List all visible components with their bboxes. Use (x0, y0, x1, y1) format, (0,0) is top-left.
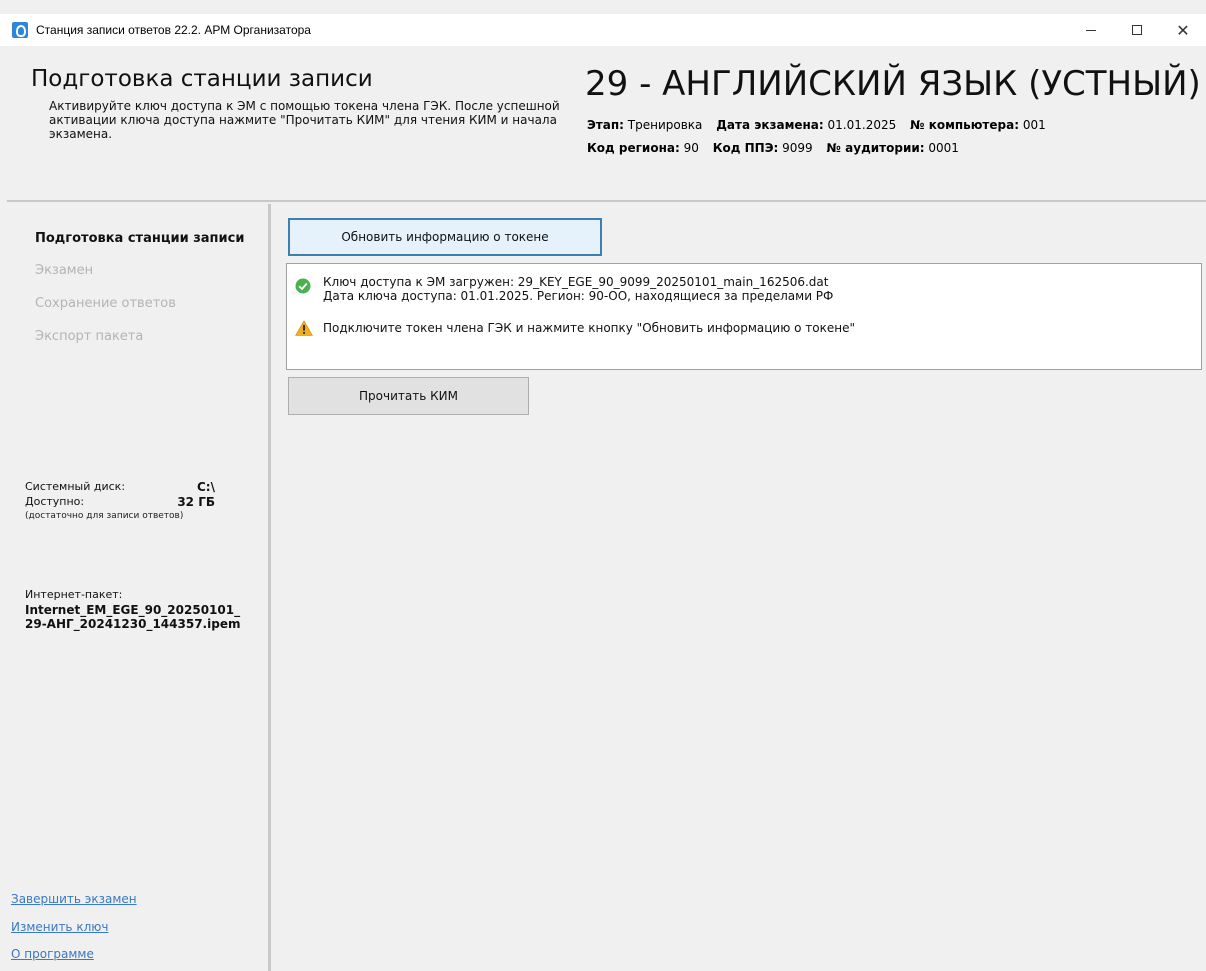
free-space-value: 32 ГБ (177, 495, 215, 509)
exam-meta-row-2: Код региона: 90 Код ППЭ: 9099 № аудитори… (587, 141, 959, 155)
window-title: Станция записи ответов 22.2. АРМ Организ… (36, 23, 311, 37)
change-key-link[interactable]: Изменить ключ (11, 920, 108, 934)
update-token-button[interactable]: Обновить информацию о токене (288, 218, 602, 256)
title-bar[interactable]: Станция записи ответов 22.2. АРМ Организ… (0, 14, 1206, 46)
status-panel: Ключ доступа к ЭМ загружен: 29_KEY_EGE_9… (286, 263, 1202, 370)
exam-date-value: 01.01.2025 (827, 118, 897, 132)
about-link[interactable]: О программе (11, 947, 94, 961)
key-loaded-message: Ключ доступа к ЭМ загружен: 29_KEY_EGE_9… (323, 275, 829, 289)
stage-label: Этап: (587, 118, 624, 132)
internet-package-label: Интернет-пакет: (25, 588, 123, 601)
check-circle-icon (295, 278, 311, 294)
exam-meta-row-1: Этап: Тренировка Дата экзамена: 01.01.20… (587, 118, 1046, 132)
header: Подготовка станции записи Активируйте кл… (7, 52, 1206, 202)
computer-label: № компьютера: (910, 118, 1020, 132)
stage-value: Тренировка (627, 118, 703, 132)
room-value: 0001 (928, 141, 959, 155)
app-window: Станция записи ответов 22.2. АРМ Организ… (0, 0, 1206, 971)
room-label: № аудитории: (826, 141, 925, 155)
key-date-message: Дата ключа доступа: 01.01.2025. Регион: … (323, 289, 834, 303)
computer-value: 001 (1022, 118, 1046, 132)
system-disk-value: C:\ (197, 480, 215, 494)
minimize-icon (1086, 29, 1096, 31)
disk-info: Системный диск: C:\ Доступно: 32 ГБ (дос… (25, 480, 215, 521)
page-description: Активируйте ключ доступа к ЭМ с помощью … (49, 99, 560, 141)
internet-package-info: Интернет-пакет: Internet_EM_EGE_90_20250… (25, 588, 245, 631)
window-controls: ✕ (1068, 14, 1206, 46)
minimize-button[interactable] (1068, 14, 1114, 46)
nav-item-exam: Экзамен (35, 263, 94, 278)
nav-item-export-package: Экспорт пакета (35, 329, 144, 344)
warning-icon (295, 320, 313, 336)
disk-note: (достаточно для записи ответов) (25, 511, 184, 521)
finish-exam-link[interactable]: Завершить экзамен (11, 892, 137, 906)
ppe-label: Код ППЭ: (712, 141, 779, 155)
maximize-icon (1132, 25, 1142, 35)
internet-package-name: Internet_EM_EGE_90_20250101_29-АНГ_20241… (25, 603, 241, 631)
close-icon: ✕ (1176, 20, 1190, 40)
app-icon (12, 22, 28, 38)
free-space-label: Доступно: (25, 495, 85, 508)
subject-title: 29 - АНГЛИЙСКИЙ ЯЗЫК (УСТНЫЙ) (585, 64, 1201, 104)
maximize-button[interactable] (1114, 14, 1160, 46)
nav-item-save-answers: Сохранение ответов (35, 296, 176, 311)
token-warning-message: Подключите токен члена ГЭК и нажмите кно… (323, 321, 855, 335)
exam-date-label: Дата экзамена: (716, 118, 824, 132)
page-title: Подготовка станции записи (31, 66, 373, 92)
read-kim-button[interactable]: Прочитать КИМ (288, 377, 529, 415)
close-button[interactable]: ✕ (1160, 14, 1206, 46)
ppe-value: 9099 (782, 141, 813, 155)
sidebar: Подготовка станции записи Экзамен Сохран… (7, 204, 271, 971)
system-disk-label: Системный диск: (25, 480, 126, 493)
region-value: 90 (683, 141, 699, 155)
nav-item-prepare[interactable]: Подготовка станции записи (35, 231, 244, 246)
region-label: Код региона: (587, 141, 680, 155)
